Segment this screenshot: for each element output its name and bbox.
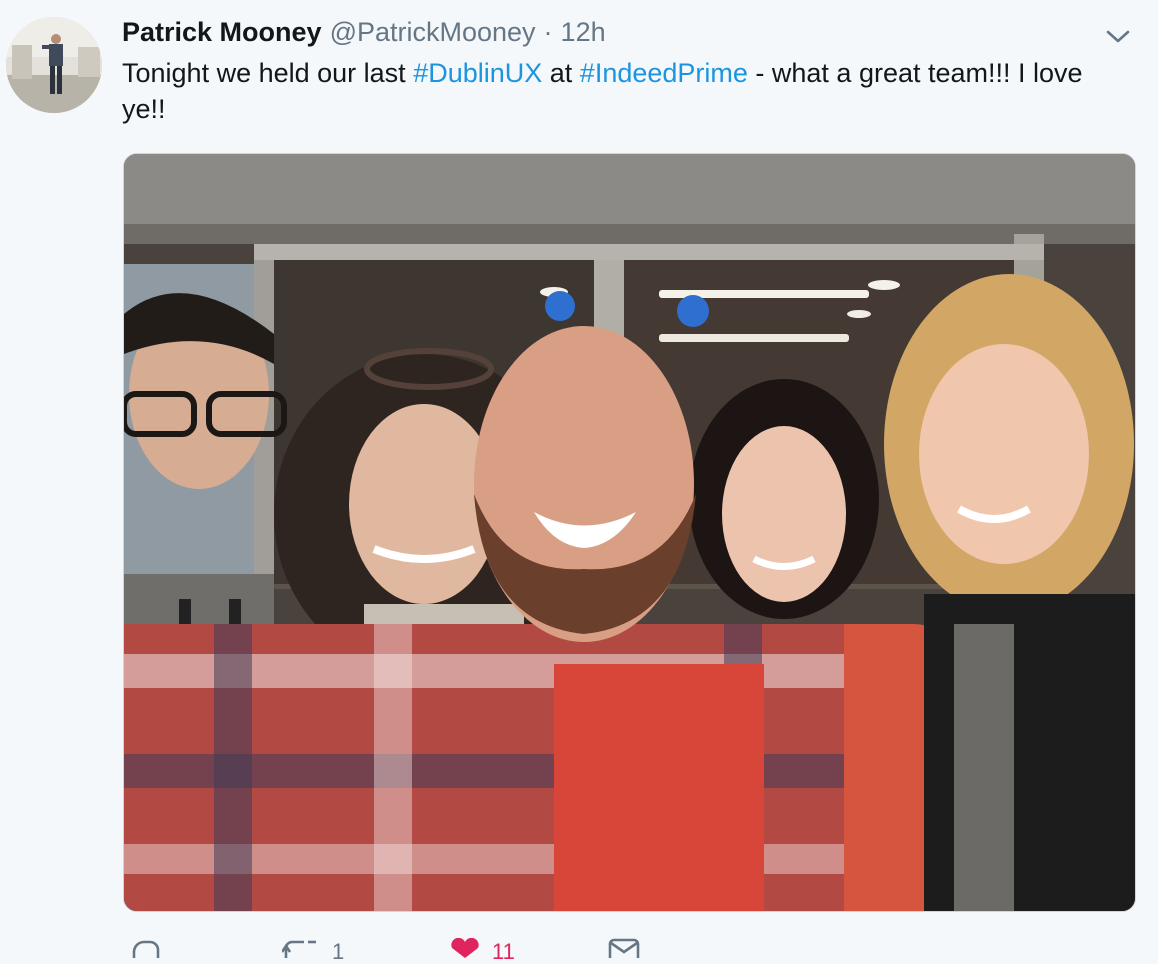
tweet-header: Patrick Mooney @PatrickMooney · 12h xyxy=(122,14,606,50)
chevron-down-icon xyxy=(1106,30,1130,43)
retweet-button[interactable]: 1 xyxy=(282,938,344,964)
hashtag-dublinux[interactable]: #DublinUX xyxy=(413,58,542,88)
user-handle[interactable]: @PatrickMooney xyxy=(330,14,536,50)
more-options-button[interactable] xyxy=(1102,24,1134,48)
like-count: 11 xyxy=(492,939,515,964)
reply-button[interactable] xyxy=(128,938,170,958)
envelope-icon xyxy=(608,938,640,958)
heart-icon xyxy=(451,938,479,958)
timestamp[interactable]: 12h xyxy=(561,14,606,50)
separator-dot: · xyxy=(543,17,553,47)
tweet[interactable]: Patrick Mooney @PatrickMooney · 12h Toni… xyxy=(0,0,1158,964)
display-name[interactable]: Patrick Mooney xyxy=(122,14,322,50)
tweet-photo[interactable] xyxy=(123,153,1136,912)
group-selfie-photo xyxy=(124,154,1135,911)
tweet-actions: 1 11 xyxy=(122,938,742,964)
hashtag-indeedprime[interactable]: #IndeedPrime xyxy=(580,58,748,88)
like-button[interactable]: 11 xyxy=(448,938,515,964)
avatar-image xyxy=(6,17,102,113)
tweet-text: Tonight we held our last #DublinUX at #I… xyxy=(122,55,1132,127)
tweet-text-part: Tonight we held our last xyxy=(122,58,414,88)
reply-icon xyxy=(132,940,160,958)
retweet-icon xyxy=(282,940,316,958)
tweet-text-part: at xyxy=(542,58,580,88)
retweet-count: 1 xyxy=(332,939,345,964)
avatar[interactable] xyxy=(6,17,102,113)
direct-message-button[interactable] xyxy=(608,938,640,958)
